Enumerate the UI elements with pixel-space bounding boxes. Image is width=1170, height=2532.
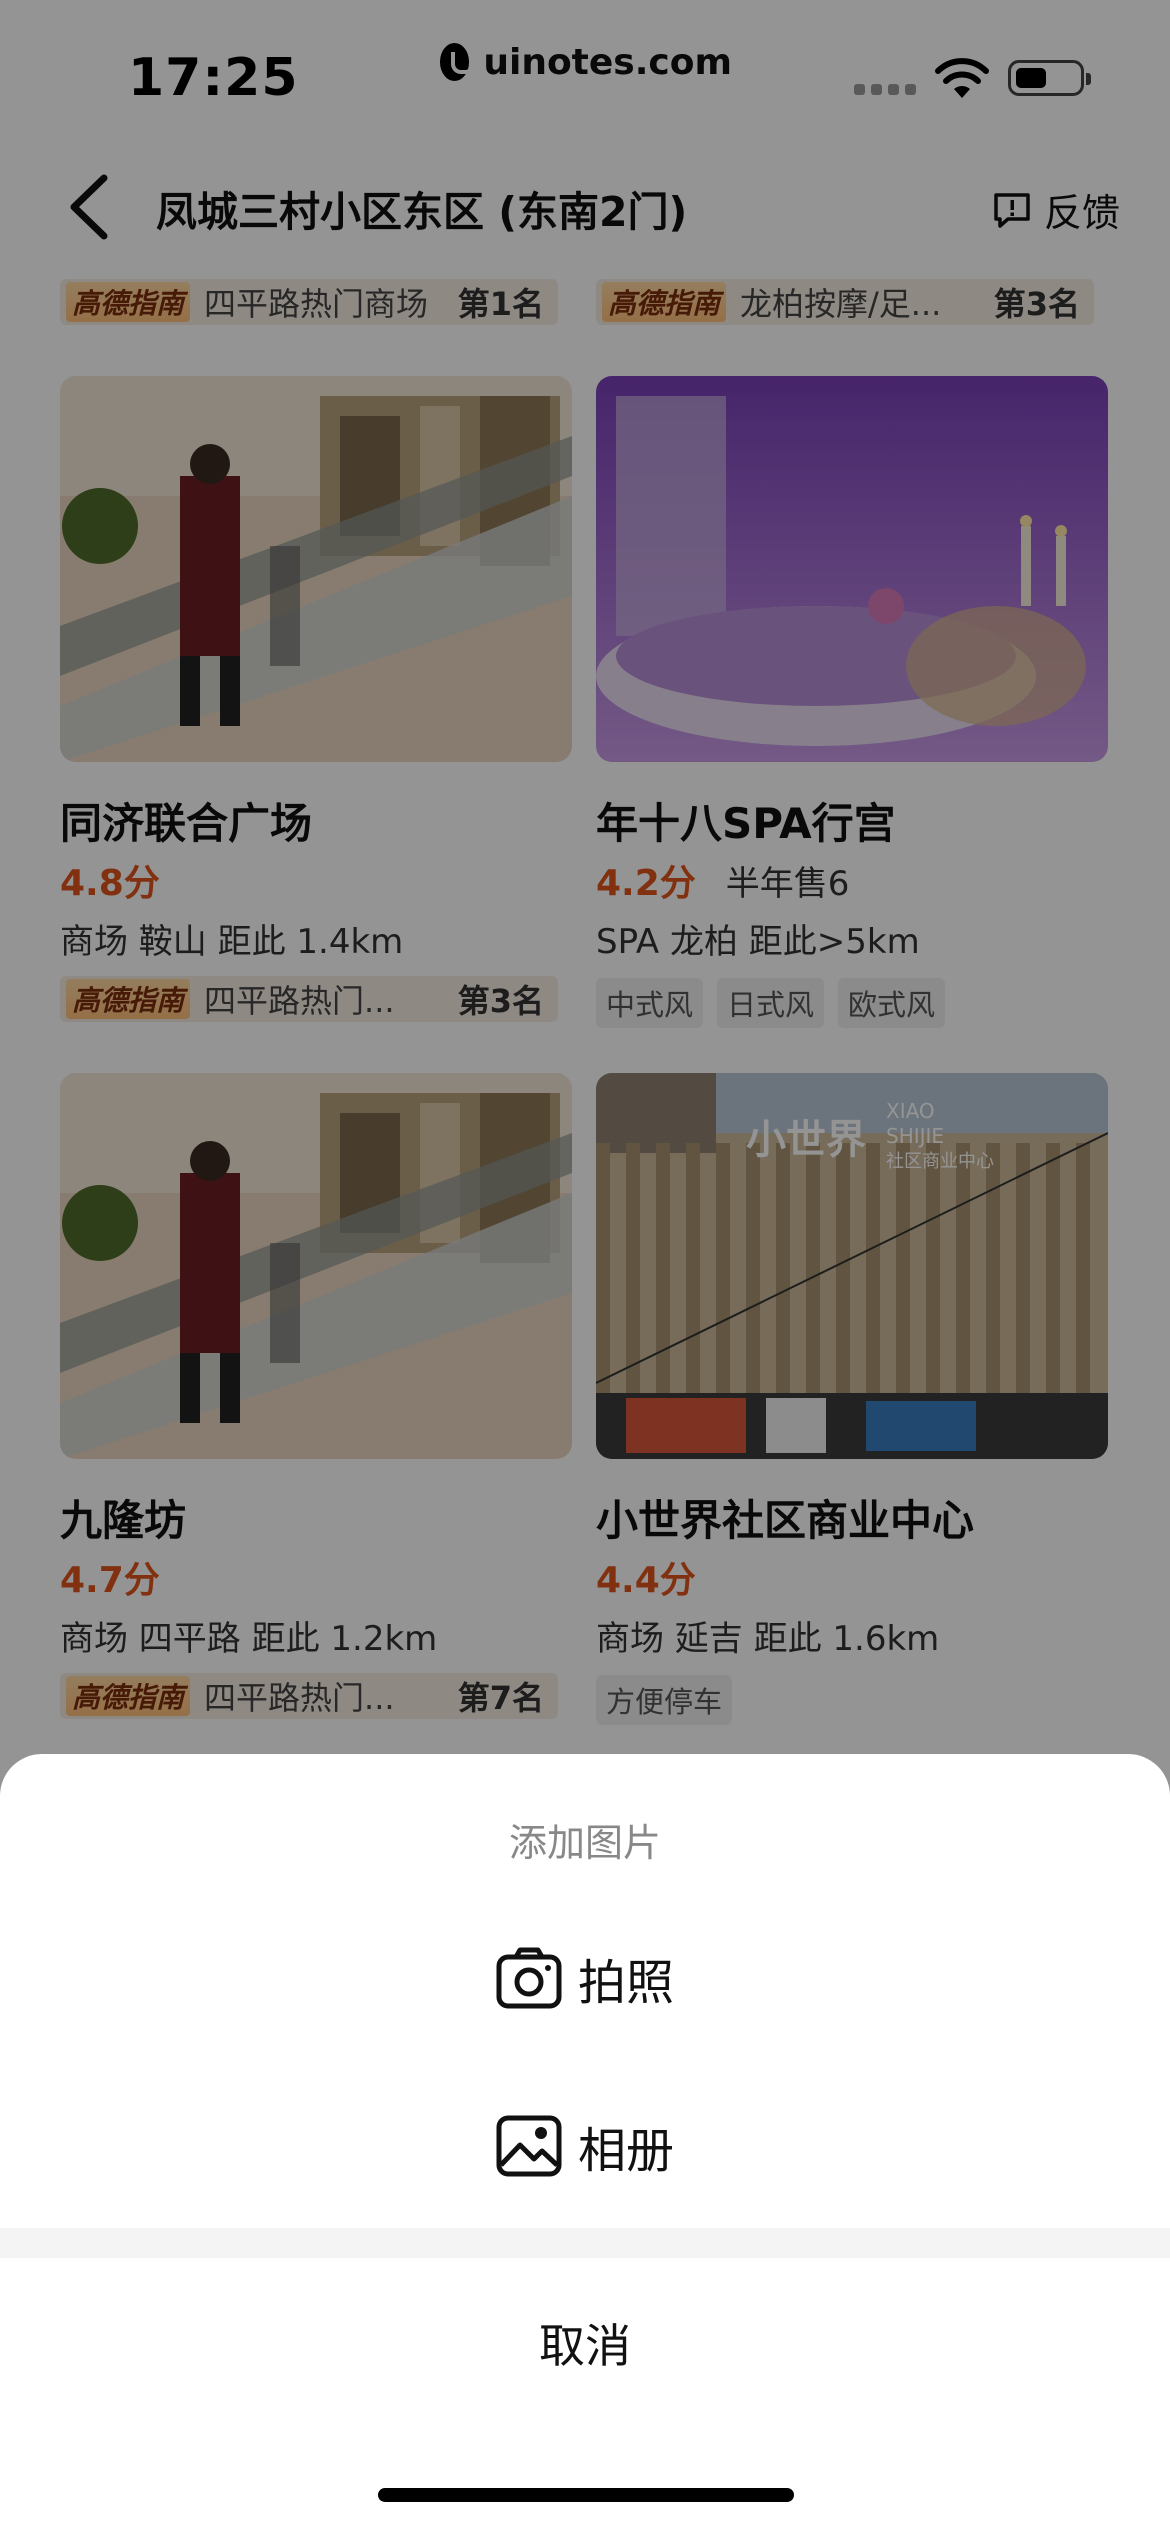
choose-album-label: 相册 (577, 2123, 674, 2179)
image-icon (496, 2115, 562, 2177)
take-photo-option[interactable]: 拍照 (0, 1940, 1170, 2016)
choose-album-option[interactable]: 相册 (0, 2108, 1170, 2184)
sheet-title: 添加图片 (508, 1821, 661, 1865)
sheet-divider (0, 2228, 1170, 2258)
cancel-button[interactable]: 取消 (0, 2310, 1170, 2376)
take-photo-label: 拍照 (577, 1955, 674, 2011)
camera-icon (496, 1947, 562, 2009)
home-indicator[interactable] (378, 2488, 794, 2502)
